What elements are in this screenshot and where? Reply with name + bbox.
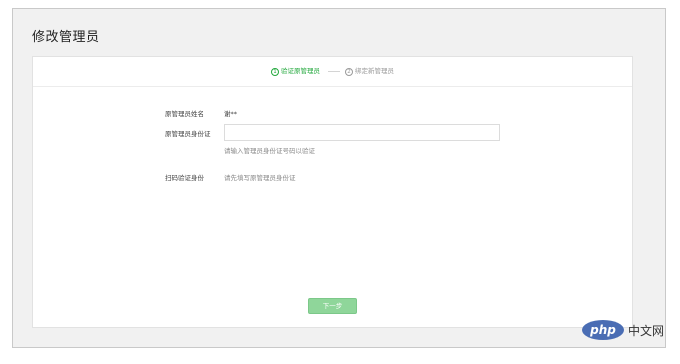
site-watermark: php 中文网 — [582, 320, 670, 340]
watermark-text: 中文网 — [628, 324, 665, 338]
step-connector — [328, 71, 340, 72]
id-hint: 请输入管理员身份证号码以验证 — [224, 147, 315, 155]
form-card: 1 验证原管理员 2 绑定新管理员 原管理员姓名 谢** 原管理员身份证 请输入管理… — [32, 56, 633, 328]
step-number-badge: 1 — [271, 68, 279, 76]
id-number-input[interactable] — [224, 124, 500, 141]
id-label: 原管理员身份证 — [165, 130, 211, 138]
name-label: 原管理员姓名 — [165, 110, 204, 118]
step-indicator: 1 验证原管理员 2 绑定新管理员 — [33, 57, 632, 87]
step-number-badge: 2 — [345, 68, 353, 76]
name-value: 谢** — [224, 110, 237, 118]
scan-label: 扫码验证身份 — [165, 174, 204, 182]
scan-hint: 请先填写原管理员身份证 — [224, 174, 296, 182]
php-logo-icon: php — [582, 320, 624, 340]
page-title: 修改管理员 — [32, 30, 100, 45]
next-step-button[interactable]: 下一步 — [308, 298, 357, 314]
step-verify-original: 1 验证原管理员 — [271, 66, 320, 76]
step-label: 绑定新管理员 — [355, 67, 394, 75]
step-bind-new: 2 绑定新管理员 — [345, 66, 394, 76]
step-label: 验证原管理员 — [281, 67, 320, 75]
